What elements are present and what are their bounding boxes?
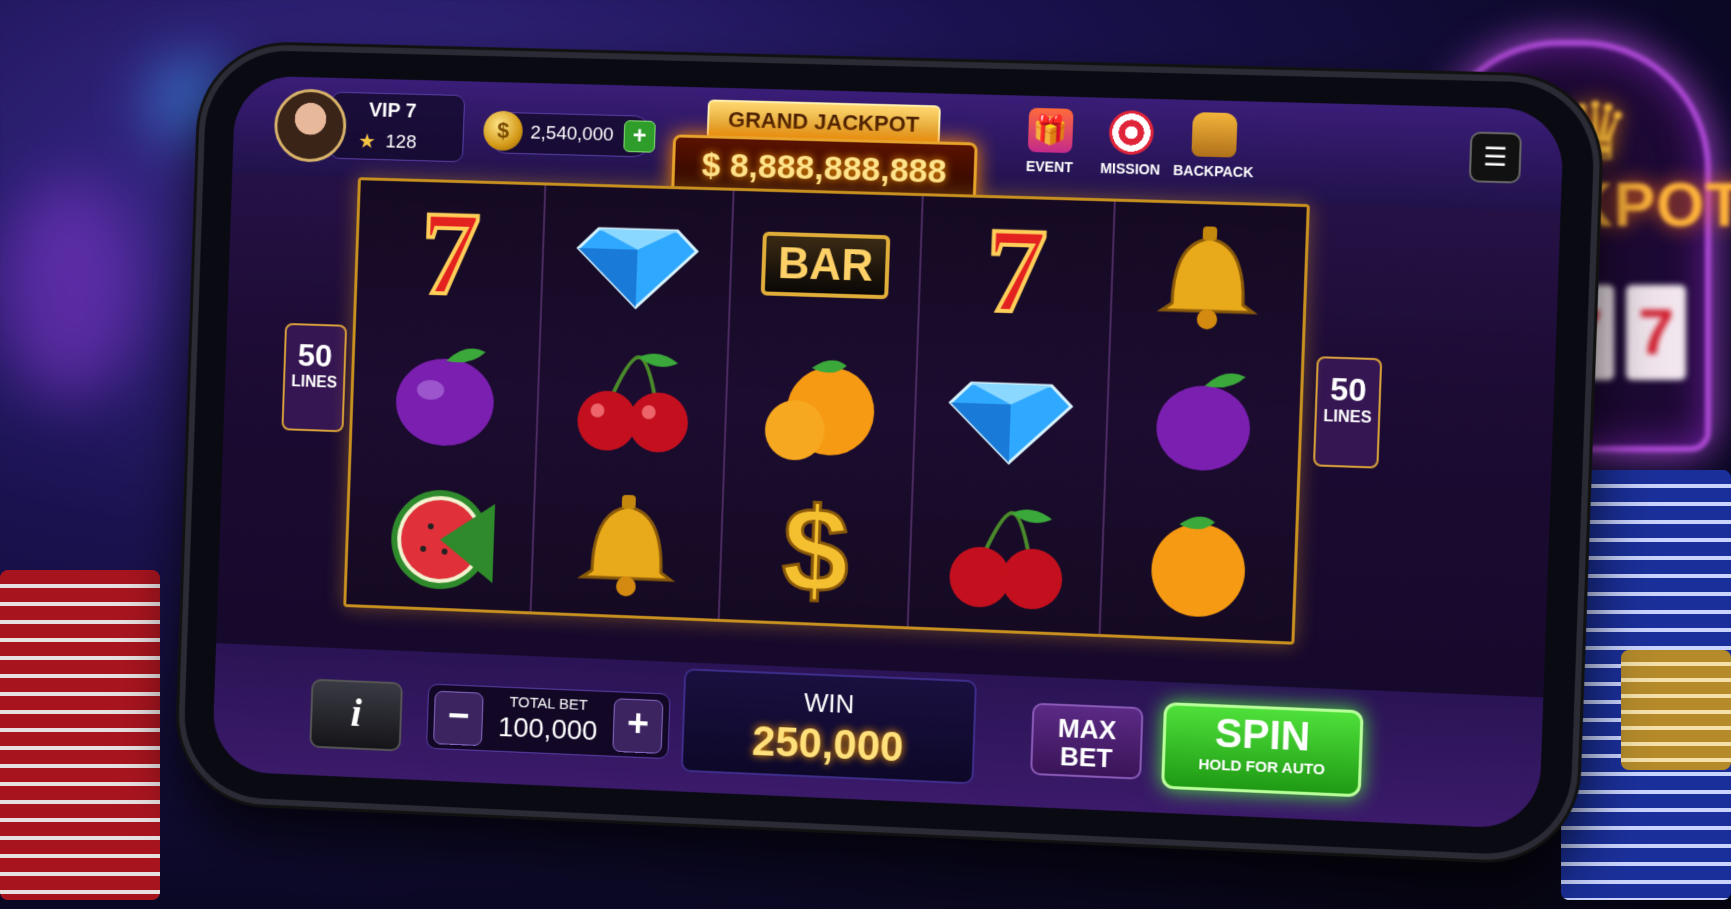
dollar-icon: $: [749, 482, 883, 621]
cherry-icon: [939, 496, 1074, 621]
gift-icon: 🎁: [1027, 107, 1074, 154]
menu-button[interactable]: ☰: [1468, 131, 1523, 184]
mission-button[interactable]: MISSION: [1089, 109, 1172, 178]
seven-icon: 7: [385, 185, 516, 322]
lines-indicator-right: 50 LINES: [1312, 356, 1383, 469]
bg-reel: 7: [1626, 285, 1686, 380]
lines-label: LINES: [290, 373, 338, 392]
watermelon-icon: [375, 475, 506, 598]
bottom-bar: i − TOTAL BET 100,000 + WIN 250,000 MAX …: [211, 643, 1544, 830]
plum-icon: [1135, 358, 1271, 483]
lines-count: 50: [297, 337, 333, 374]
total-bet-value: 100,000: [497, 711, 598, 747]
reel-3: BAR $: [719, 190, 924, 627]
orange-icon: [1130, 503, 1266, 629]
increase-bet-button[interactable]: +: [612, 698, 664, 754]
vip-panel[interactable]: VIP 7 ★ 128: [329, 91, 466, 163]
plum-icon: [380, 334, 511, 457]
event-label: EVENT: [1025, 157, 1074, 176]
game-screen: VIP 7 ★ 128 $ 2,540,000 + GRAND JACKPOT …: [211, 75, 1565, 830]
diamond-icon: [944, 352, 1079, 477]
reel-5: [1100, 201, 1307, 642]
vip-level: VIP 7: [368, 99, 417, 123]
phone-device: VIP 7 ★ 128 $ 2,540,000 + GRAND JACKPOT …: [176, 43, 1603, 864]
bell-icon: [561, 482, 693, 606]
bell-icon: [1140, 214, 1276, 339]
coin-balance-value: 2,540,000: [530, 122, 614, 146]
add-coins-button[interactable]: +: [623, 120, 656, 153]
backpack-button[interactable]: BACKPACK: [1172, 112, 1256, 181]
reel-4: 7: [908, 196, 1116, 635]
seven-glyph: 7: [981, 201, 1050, 340]
cherry-icon: [566, 340, 698, 464]
lines-label: LINES: [1322, 407, 1372, 427]
gold-chips-stack: [1621, 650, 1731, 770]
max-bet-button[interactable]: MAX BET: [1030, 702, 1144, 780]
mission-label: MISSION: [1099, 159, 1161, 178]
backpack-label: BACKPACK: [1172, 161, 1254, 181]
star-icon: ★: [357, 130, 377, 153]
orange-icon: [754, 346, 888, 470]
lines-indicator-left: 50 LINES: [281, 322, 348, 433]
bar-icon: BAR: [759, 203, 893, 327]
bg-glow-left: [0, 180, 140, 400]
max-bet-line2: BET: [1059, 741, 1113, 774]
max-bet-line1: MAX: [1057, 712, 1117, 746]
bar-text: BAR: [760, 231, 891, 299]
seven-glyph: 7: [417, 185, 484, 322]
spin-button[interactable]: SPIN HOLD FOR AUTO: [1161, 702, 1364, 798]
target-icon: [1108, 109, 1155, 156]
reel-1: 7: [346, 180, 547, 612]
backpack-icon: [1191, 112, 1238, 158]
total-bet-control: − TOTAL BET 100,000 +: [426, 683, 671, 760]
dollar-glyph: $: [778, 482, 852, 621]
reel-grid: 7 BAR $ 7: [343, 177, 1310, 645]
info-button[interactable]: i: [309, 678, 403, 752]
event-button[interactable]: 🎁 EVENT: [1009, 107, 1092, 175]
seven-icon: 7: [949, 201, 1084, 340]
spin-label: SPIN: [1214, 711, 1311, 760]
win-display: WIN 250,000: [680, 668, 978, 785]
red-chips-stack: [0, 570, 160, 900]
diamond-icon: [571, 198, 703, 321]
coin-balance: $ 2,540,000 +: [482, 110, 656, 158]
lines-count: 50: [1329, 370, 1368, 409]
decrease-bet-button[interactable]: −: [433, 690, 484, 747]
coin-icon: $: [482, 110, 524, 152]
vip-stars-count: 128: [385, 131, 417, 154]
jackpot-amount: $ 8,888,888,888: [701, 146, 948, 191]
reel-2: [531, 185, 735, 619]
